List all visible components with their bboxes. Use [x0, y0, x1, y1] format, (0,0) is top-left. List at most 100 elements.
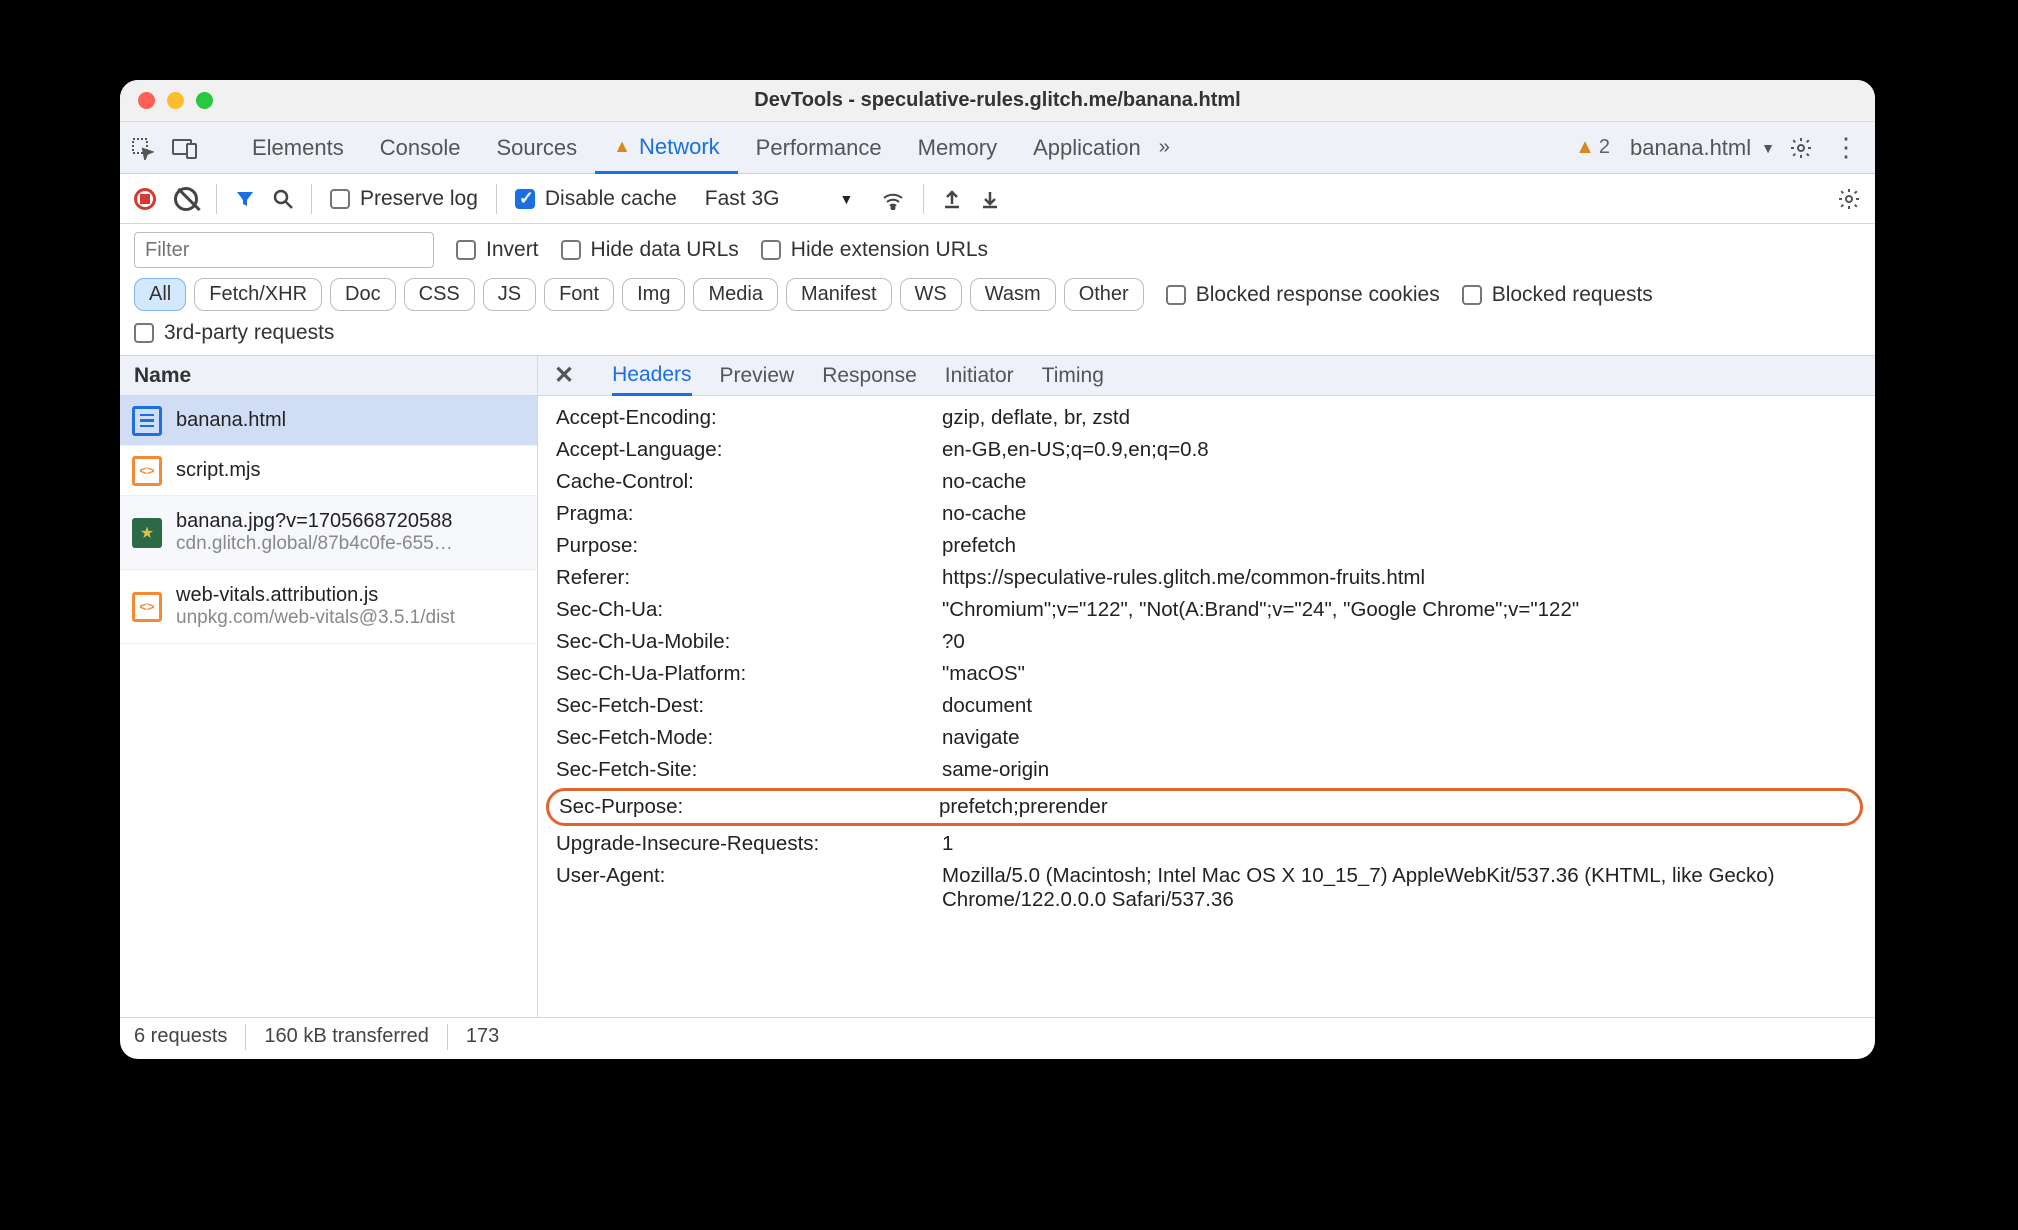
checkbox-icon [330, 189, 350, 209]
disable-cache-label: Disable cache [545, 187, 677, 211]
minimize-button[interactable] [167, 92, 184, 109]
device-toolbar-icon[interactable] [172, 137, 198, 159]
header-value: https://speculative-rules.glitch.me/comm… [942, 566, 1857, 590]
name-column-header[interactable]: Name [120, 356, 537, 396]
status-transferred: 160 kB transferred [264, 1025, 429, 1048]
tab-console[interactable]: Console [362, 122, 479, 174]
js-icon [132, 592, 162, 622]
title-bar: DevTools - speculative-rules.glitch.me/b… [120, 80, 1875, 122]
record-button[interactable] [134, 188, 156, 210]
type-pill-other[interactable]: Other [1064, 278, 1144, 311]
checkbox-icon [761, 240, 781, 260]
tab-sources[interactable]: Sources [478, 122, 595, 174]
header-name: Cache-Control: [556, 470, 942, 494]
disable-cache-checkbox[interactable]: Disable cache [515, 187, 677, 211]
detail-tab-timing[interactable]: Timing [1042, 358, 1104, 394]
blocked-requests-checkbox[interactable]: Blocked requests [1462, 283, 1653, 307]
type-filter-pills: AllFetch/XHRDocCSSJSFontImgMedia Manifest… [134, 278, 1144, 311]
type-pill-font[interactable]: Font [544, 278, 614, 311]
tab-label: Performance [756, 135, 882, 161]
header-row: Referer:https://speculative-rules.glitch… [538, 562, 1875, 594]
type-pill-fetchxhr[interactable]: Fetch/XHR [194, 278, 322, 311]
devtools-window: DevTools - speculative-rules.glitch.me/b… [120, 80, 1875, 1059]
download-har-icon[interactable] [980, 188, 1000, 210]
request-row[interactable]: banana.html [120, 396, 537, 446]
header-value: prefetch [942, 534, 1857, 558]
header-value: Mozilla/5.0 (Macintosh; Intel Mac OS X 1… [942, 864, 1857, 912]
header-name: Sec-Ch-Ua-Platform: [556, 662, 942, 686]
warning-icon[interactable]: ▲ [1575, 136, 1595, 159]
context-selector[interactable]: banana.html ▼ [1630, 135, 1775, 161]
header-row: Sec-Ch-Ua:"Chromium";v="122", "Not(A:Bra… [538, 594, 1875, 626]
type-pill-ws[interactable]: WS [900, 278, 962, 311]
hide-data-urls-checkbox[interactable]: Hide data URLs [561, 238, 739, 262]
third-party-checkbox[interactable]: 3rd-party requests [134, 321, 334, 345]
traffic-lights [120, 92, 213, 109]
preserve-log-checkbox[interactable]: Preserve log [330, 187, 478, 211]
type-pill-all[interactable]: All [134, 278, 186, 311]
clear-button[interactable] [174, 187, 198, 211]
type-pill-css[interactable]: CSS [404, 278, 475, 311]
detail-tab-response[interactable]: Response [822, 358, 917, 394]
upload-har-icon[interactable] [942, 188, 962, 210]
tab-network[interactable]: ▲Network [595, 122, 738, 174]
tab-performance[interactable]: Performance [738, 122, 900, 174]
type-pill-img[interactable]: Img [622, 278, 685, 311]
hide-extension-urls-label: Hide extension URLs [791, 238, 988, 262]
header-name: Accept-Encoding: [556, 406, 942, 430]
request-row[interactable]: banana.jpg?v=1705668720588cdn.glitch.glo… [120, 496, 537, 570]
request-list: banana.html script.mjsbanana.jpg?v=170566… [120, 396, 537, 1017]
header-value: "macOS" [942, 662, 1857, 686]
checkbox-icon [1462, 285, 1482, 305]
header-row: Upgrade-Insecure-Requests:1 [538, 828, 1875, 860]
detail-tab-initiator[interactable]: Initiator [945, 358, 1014, 394]
checkbox-icon [456, 240, 476, 260]
type-pill-manifest[interactable]: Manifest [786, 278, 892, 311]
header-name: User-Agent: [556, 864, 942, 912]
invert-checkbox[interactable]: Invert [456, 238, 539, 262]
network-conditions-icon[interactable] [881, 188, 905, 210]
settings-icon[interactable] [1789, 136, 1813, 160]
throttling-selector[interactable]: Fast 3G ▼ [695, 183, 864, 215]
close-button[interactable] [138, 92, 155, 109]
tab-memory[interactable]: Memory [900, 122, 1015, 174]
type-pill-media[interactable]: Media [693, 278, 777, 311]
detail-tab-headers[interactable]: Headers [612, 357, 691, 396]
request-row[interactable]: web-vitals.attribution.jsunpkg.com/web-v… [120, 570, 537, 644]
header-name: Sec-Fetch-Dest: [556, 694, 942, 718]
search-icon[interactable] [273, 189, 293, 209]
content-split: Name banana.html script.mjsbanana.jpg?v=1… [120, 356, 1875, 1017]
tab-elements[interactable]: Elements [234, 122, 362, 174]
header-row: Sec-Purpose:prefetch;prerender [546, 788, 1863, 826]
detail-tab-preview[interactable]: Preview [720, 358, 795, 394]
header-value: document [942, 694, 1857, 718]
filter-toggle-icon[interactable] [235, 189, 255, 209]
tab-label: Network [639, 134, 720, 160]
tab-application[interactable]: Application [1015, 122, 1159, 174]
headers-section: Accept-Encoding:gzip, deflate, br, zstdA… [538, 396, 1875, 1017]
request-row[interactable]: script.mjs [120, 446, 537, 496]
kebab-menu-icon[interactable]: ⋮ [1827, 132, 1865, 163]
third-party-label: 3rd-party requests [164, 321, 334, 345]
hide-extension-urls-checkbox[interactable]: Hide extension URLs [761, 238, 988, 262]
img-icon [132, 518, 162, 548]
type-pill-js[interactable]: JS [483, 278, 536, 311]
inspect-element-icon[interactable] [130, 136, 154, 160]
type-pill-wasm[interactable]: Wasm [970, 278, 1056, 311]
request-name: banana.html [176, 409, 286, 432]
status-bar: 6 requests 160 kB transferred 173 [120, 1017, 1875, 1055]
context-label: banana.html [1630, 135, 1751, 161]
header-name: Purpose: [556, 534, 942, 558]
close-detail-icon[interactable]: ✕ [554, 361, 574, 390]
filter-input[interactable] [134, 232, 434, 268]
network-settings-icon[interactable] [1837, 187, 1861, 211]
type-pill-doc[interactable]: Doc [330, 278, 396, 311]
header-row: Cache-Control:no-cache [538, 466, 1875, 498]
blocked-cookies-checkbox[interactable]: Blocked response cookies [1166, 283, 1440, 307]
request-domain: unpkg.com/web-vitals@3.5.1/dist [176, 607, 455, 629]
tab-label: Console [380, 135, 461, 161]
more-tabs-icon[interactable]: » [1159, 136, 1166, 159]
tab-label: Elements [252, 135, 344, 161]
separator [216, 184, 217, 214]
maximize-button[interactable] [196, 92, 213, 109]
